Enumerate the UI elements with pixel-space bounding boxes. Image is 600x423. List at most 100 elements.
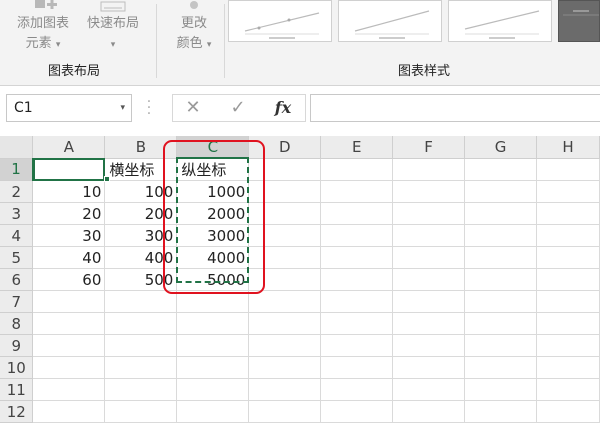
cell[interactable] (536, 290, 600, 313)
chart-style-thumbnail-2[interactable] (338, 0, 442, 42)
name-box[interactable]: C1 ▾ (6, 94, 132, 122)
cell[interactable] (464, 202, 537, 225)
cell-c6[interactable]: 5000 (176, 268, 250, 291)
cell[interactable] (392, 290, 466, 313)
cell-c3[interactable]: 2000 (176, 202, 250, 225)
cell[interactable] (248, 400, 322, 423)
chevron-down-icon[interactable]: ▾ (120, 95, 125, 121)
cell[interactable] (392, 378, 466, 401)
column-header-f[interactable]: F (392, 136, 466, 159)
add-chart-element-button[interactable]: 添加图表 元素 ▾ (8, 0, 78, 55)
cancel-icon[interactable]: ✕ (173, 95, 213, 121)
cell-a2[interactable]: 10 (32, 180, 106, 203)
column-header-c[interactable]: C (176, 136, 250, 159)
column-header-d[interactable]: D (248, 136, 322, 159)
cell[interactable] (248, 202, 322, 225)
cell[interactable] (104, 290, 178, 313)
cell[interactable] (248, 378, 322, 401)
cell[interactable] (536, 400, 600, 423)
cell[interactable] (392, 400, 466, 423)
cell[interactable] (464, 158, 537, 181)
cell[interactable] (32, 290, 106, 313)
cell[interactable] (248, 268, 322, 291)
cell[interactable] (320, 158, 394, 181)
cell-c4[interactable]: 3000 (176, 224, 250, 247)
cell-b2[interactable]: 100 (104, 180, 178, 203)
cell[interactable] (392, 356, 466, 379)
row-header[interactable]: 5 (0, 246, 34, 269)
row-header[interactable]: 11 (0, 378, 34, 401)
column-header-a[interactable]: A (32, 136, 106, 159)
cell[interactable] (536, 312, 600, 335)
column-header-b[interactable]: B (104, 136, 178, 159)
cell[interactable] (536, 356, 600, 379)
cell[interactable] (104, 378, 178, 401)
cell-b6[interactable]: 500 (104, 268, 178, 291)
cell[interactable] (176, 400, 250, 423)
cell[interactable] (464, 378, 537, 401)
cell[interactable] (320, 246, 394, 269)
cell[interactable] (464, 180, 537, 203)
cell[interactable] (320, 290, 394, 313)
enter-icon[interactable]: ✓ (218, 95, 258, 121)
select-all-corner[interactable] (0, 136, 34, 159)
cell[interactable] (464, 246, 537, 269)
cell-b1[interactable]: 横坐标 (104, 158, 178, 181)
cell[interactable] (392, 158, 466, 181)
cell[interactable] (320, 312, 394, 335)
cell[interactable] (176, 290, 250, 313)
cell[interactable] (536, 268, 600, 291)
cell-a6[interactable]: 60 (32, 268, 106, 291)
cell[interactable] (320, 378, 394, 401)
cell[interactable] (536, 180, 600, 203)
cell-c2[interactable]: 1000 (176, 180, 250, 203)
row-header[interactable]: 9 (0, 334, 34, 357)
row-header[interactable]: 2 (0, 180, 34, 203)
formula-input[interactable] (310, 94, 600, 122)
cell[interactable] (32, 400, 106, 423)
cell[interactable] (104, 312, 178, 335)
cell[interactable] (248, 246, 322, 269)
cell[interactable] (392, 246, 466, 269)
cell[interactable] (104, 400, 178, 423)
cell[interactable] (248, 290, 322, 313)
cell-a5[interactable]: 40 (32, 246, 106, 269)
cell[interactable] (320, 400, 394, 423)
cell[interactable] (176, 378, 250, 401)
row-header[interactable]: 7 (0, 290, 34, 313)
drag-handle-icon[interactable]: · · · (146, 95, 152, 121)
cell[interactable] (32, 356, 106, 379)
chart-style-thumbnail-4[interactable] (558, 0, 600, 42)
cell[interactable] (536, 334, 600, 357)
cell[interactable] (320, 202, 394, 225)
cell[interactable] (536, 202, 600, 225)
cell[interactable] (464, 268, 537, 291)
cell[interactable] (536, 224, 600, 247)
cell[interactable] (248, 224, 322, 247)
cell[interactable] (464, 400, 537, 423)
cell[interactable] (392, 180, 466, 203)
row-header[interactable]: 4 (0, 224, 34, 247)
row-header[interactable]: 10 (0, 356, 34, 379)
column-header-h[interactable]: H (536, 136, 600, 159)
cell[interactable] (464, 334, 537, 357)
column-header-g[interactable]: G (464, 136, 537, 159)
insert-function-icon[interactable]: fx (263, 95, 303, 121)
cell[interactable] (536, 158, 600, 181)
cell-b4[interactable]: 300 (104, 224, 178, 247)
cell[interactable] (32, 378, 106, 401)
cell[interactable] (104, 334, 178, 357)
cell-b5[interactable]: 400 (104, 246, 178, 269)
cell[interactable] (248, 356, 322, 379)
cell[interactable] (248, 180, 322, 203)
cell[interactable] (248, 158, 322, 181)
cell[interactable] (392, 202, 466, 225)
column-header-e[interactable]: E (320, 136, 394, 159)
cell[interactable] (320, 180, 394, 203)
cell[interactable] (392, 268, 466, 291)
cell[interactable] (32, 312, 106, 335)
cell[interactable] (320, 268, 394, 291)
row-header[interactable]: 8 (0, 312, 34, 335)
cell[interactable] (464, 312, 537, 335)
fill-handle[interactable] (104, 176, 110, 182)
